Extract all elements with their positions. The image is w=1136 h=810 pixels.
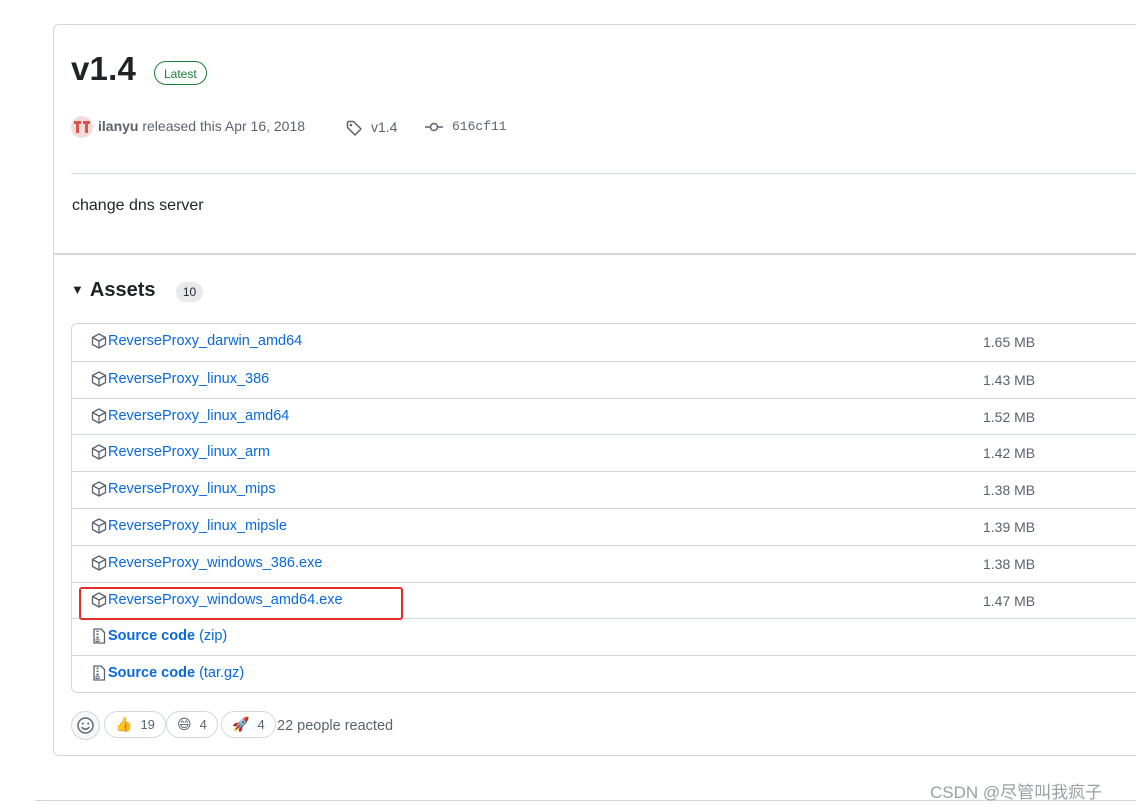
release-title[interactable]: v1.4 bbox=[71, 50, 136, 88]
author-link[interactable]: ilanyu bbox=[98, 118, 138, 134]
laugh-icon: 😄 bbox=[177, 716, 192, 732]
source-format: (tar.gz) bbox=[199, 665, 245, 682]
asset-size: 1.65 MB bbox=[983, 334, 1036, 350]
asset-link[interactable]: ReverseProxy_linux_arm bbox=[108, 444, 270, 460]
divider bbox=[54, 253, 1136, 255]
watermark: CSDN @尽管叫我疯子 bbox=[930, 783, 1103, 802]
package-icon bbox=[91, 591, 107, 613]
assets-heading: Assets bbox=[89, 279, 156, 301]
asset-row: Source code (zip) bbox=[72, 618, 1136, 655]
asset-link[interactable]: ReverseProxy_darwin_amd64 bbox=[108, 333, 302, 349]
reaction-count: 19 bbox=[140, 717, 155, 732]
package-icon bbox=[91, 481, 107, 502]
reaction-rocket[interactable]: 🚀 4 bbox=[221, 711, 276, 738]
add-reaction-button[interactable] bbox=[71, 711, 100, 740]
assets-count-badge: 10 bbox=[176, 282, 203, 302]
asset-row: Source code (tar.gz) bbox=[72, 655, 1136, 692]
tag-icon bbox=[346, 120, 364, 141]
source-label: Source code bbox=[108, 628, 196, 645]
asset-row: ReverseProxy_windows_386.exe 1.38 MB bbox=[72, 544, 1136, 582]
source-format: (zip) bbox=[199, 628, 228, 645]
asset-link[interactable]: ReverseProxy_windows_386.exe bbox=[108, 555, 322, 571]
asset-link[interactable]: ReverseProxy_windows_amd64.exe bbox=[108, 592, 343, 608]
asset-size: 1.52 MB bbox=[983, 408, 1036, 425]
release-notes: change dns server bbox=[72, 197, 204, 214]
file-zip-icon bbox=[91, 665, 107, 686]
tag-link[interactable]: v1.4 bbox=[371, 119, 397, 135]
package-icon bbox=[91, 333, 107, 354]
source-code-zip-link[interactable]: Source code (zip) bbox=[108, 628, 227, 644]
asset-list: ReverseProxy_darwin_amd64 1.65 MB Revers… bbox=[71, 323, 1136, 693]
package-icon bbox=[91, 407, 107, 429]
asset-size: 1.39 MB bbox=[983, 518, 1036, 535]
asset-link[interactable]: ReverseProxy_linux_mipsle bbox=[108, 518, 287, 534]
asset-size: 1.43 MB bbox=[983, 371, 1036, 388]
asset-row: ReverseProxy_linux_mips 1.38 MB bbox=[72, 471, 1136, 508]
reaction-thumbs-up[interactable]: 👍 19 bbox=[104, 711, 166, 738]
avatar[interactable] bbox=[71, 116, 93, 138]
assets-toggle[interactable]: ▼ Assets bbox=[71, 279, 155, 302]
smiley-icon bbox=[77, 717, 94, 734]
asset-row: ReverseProxy_darwin_amd64 1.65 MB bbox=[72, 324, 1136, 361]
asset-size: 1.38 MB bbox=[983, 555, 1036, 572]
asset-size: 1.42 MB bbox=[983, 445, 1036, 462]
latest-badge: Latest bbox=[154, 61, 207, 85]
asset-row: ReverseProxy_linux_mipsle 1.39 MB bbox=[72, 507, 1136, 545]
asset-link[interactable]: ReverseProxy_linux_mips bbox=[108, 481, 276, 497]
rocket-icon: 🚀 bbox=[232, 716, 250, 732]
reaction-count: 4 bbox=[257, 717, 265, 732]
release-author-line: ilanyu released this Apr 16, 2018 bbox=[98, 118, 305, 134]
divider bbox=[71, 173, 1136, 174]
asset-size: 1.47 MB bbox=[983, 592, 1036, 609]
source-label: Source code bbox=[108, 665, 196, 682]
package-icon bbox=[91, 444, 107, 465]
reactions-summary: 22 people reacted bbox=[277, 718, 394, 734]
reaction-count: 4 bbox=[199, 717, 207, 732]
asset-link[interactable]: ReverseProxy_linux_amd64 bbox=[108, 408, 289, 424]
commit-icon bbox=[425, 120, 443, 139]
asset-row: ReverseProxy_linux_amd64 1.52 MB bbox=[72, 397, 1136, 435]
package-icon bbox=[91, 555, 107, 576]
caret-down-icon: ▼ bbox=[71, 282, 84, 297]
file-zip-icon bbox=[91, 628, 107, 649]
asset-row: ReverseProxy_linux_arm 1.42 MB bbox=[72, 434, 1136, 471]
commit-link[interactable]: 616cf11 bbox=[452, 119, 507, 134]
reaction-laugh[interactable]: 😄 4 bbox=[166, 711, 218, 738]
package-icon bbox=[91, 518, 107, 539]
released-text: released this Apr 16, 2018 bbox=[142, 118, 306, 134]
source-code-targz-link[interactable]: Source code (tar.gz) bbox=[108, 665, 244, 681]
asset-row: ReverseProxy_linux_386 1.43 MB bbox=[72, 360, 1136, 398]
thumbs-up-icon: 👍 bbox=[115, 716, 133, 732]
asset-size: 1.38 MB bbox=[983, 482, 1036, 499]
asset-row: ReverseProxy_windows_amd64.exe 1.47 MB bbox=[72, 581, 1136, 619]
asset-link[interactable]: ReverseProxy_linux_386 bbox=[108, 371, 269, 387]
package-icon bbox=[91, 371, 107, 392]
